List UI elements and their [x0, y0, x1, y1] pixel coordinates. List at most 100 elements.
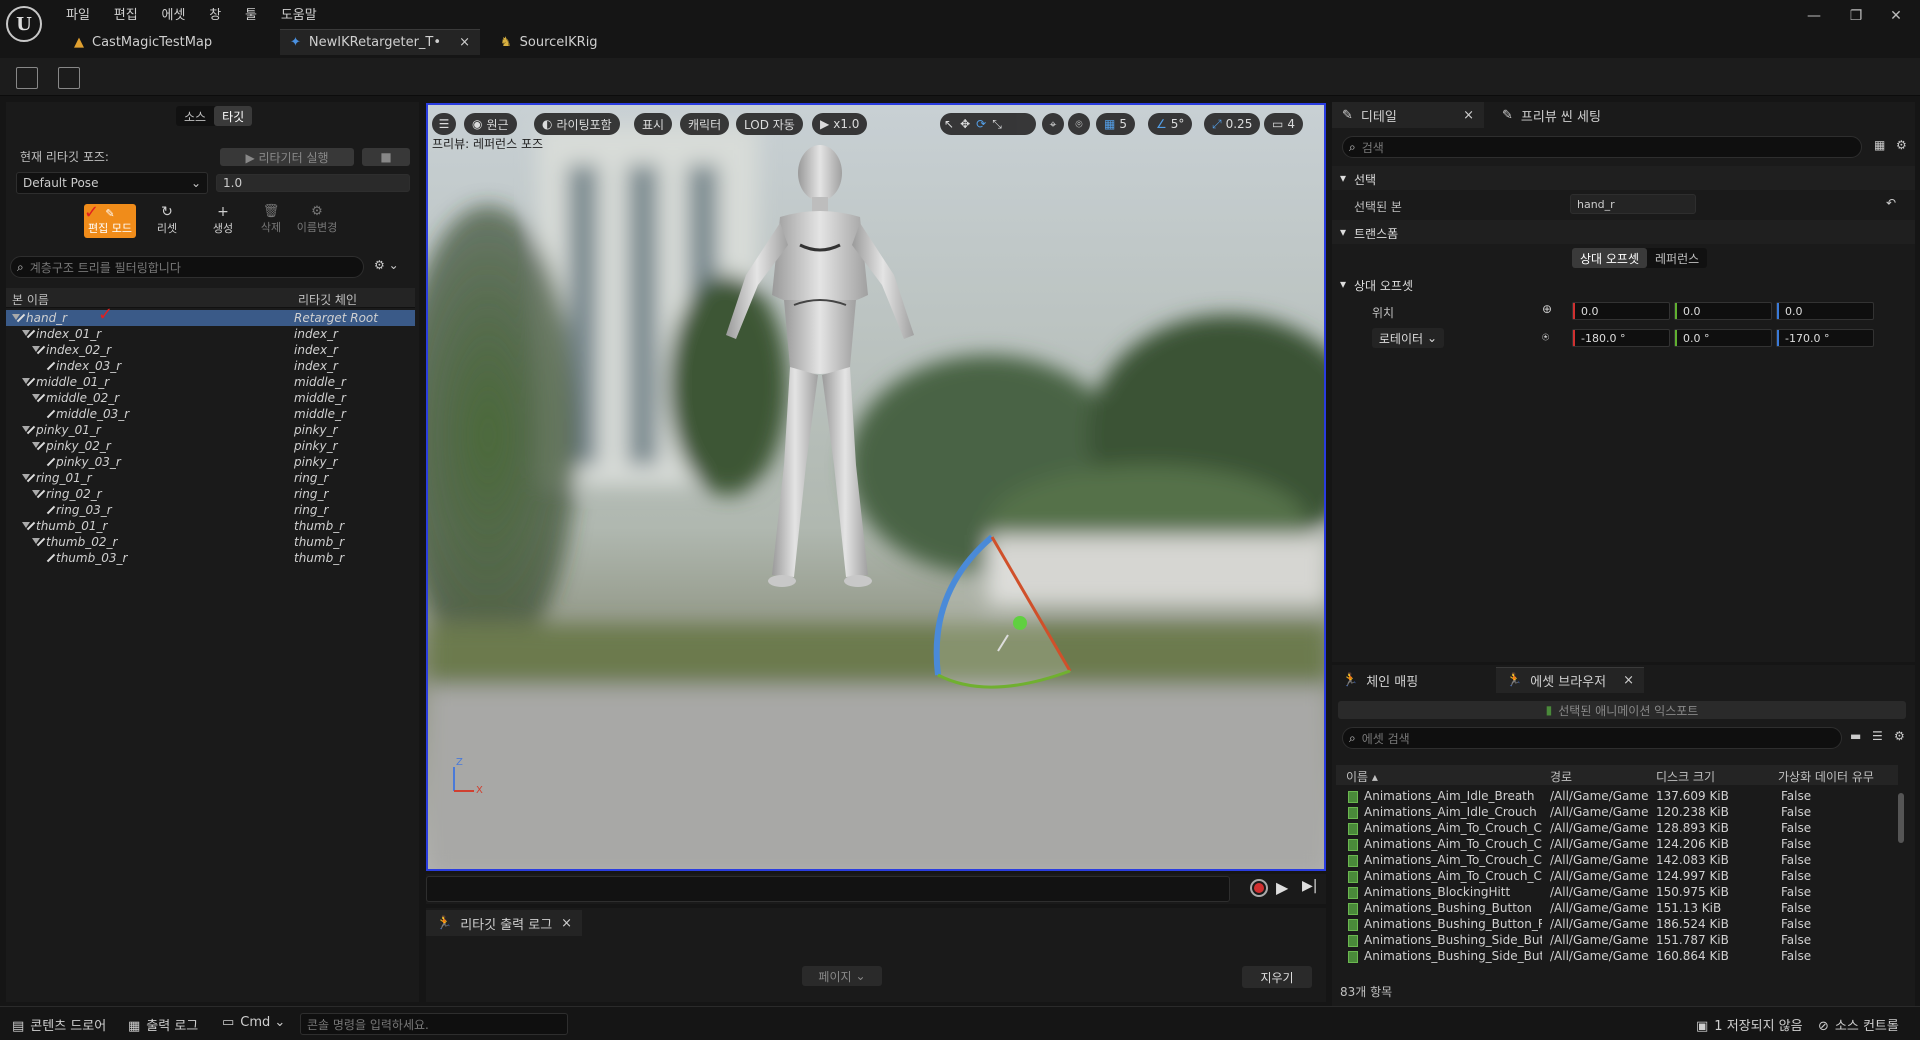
timeline-scrubber[interactable] [426, 876, 1230, 902]
viewport-menu-icon[interactable]: ☰ [432, 113, 456, 135]
tab-map[interactable]: ▲ CastMagicTestMap [64, 29, 274, 55]
asset-row[interactable]: Animations_Bushing_Button/All/Game/Game 1… [1336, 901, 1898, 917]
asset-row[interactable]: Animations_Bushing_Side_Butt/All/Game/Ga… [1336, 949, 1898, 965]
bone-row[interactable]: pinky_01_r pinky_r [6, 422, 415, 438]
col-bone-name[interactable]: 본 이름 [12, 291, 49, 308]
restore-icon[interactable]: ❐ [1842, 8, 1870, 24]
section-relative-offset[interactable]: ▾ 상대 오프셋 [1332, 272, 1915, 296]
bone-row[interactable]: pinky_02_r pinky_r [6, 438, 415, 454]
bone-row[interactable]: index_02_r index_r [6, 342, 415, 358]
asset-scrollbar[interactable] [1898, 793, 1904, 843]
bone-row[interactable]: index_01_r index_r [6, 326, 415, 342]
section-select[interactable]: ▾ 선택 [1332, 166, 1915, 190]
close-icon[interactable]: × [1623, 673, 1634, 688]
asset-row[interactable]: Animations_Bushing_Side_Butt/All/Game/Ga… [1336, 933, 1898, 949]
tab-retargeter[interactable]: ✦ NewIKRetargeter_T• × [280, 29, 480, 55]
tab-details[interactable]: ✎ 디테일 × [1332, 102, 1484, 128]
world-local-icon[interactable]: ⌖ [1042, 113, 1064, 135]
rotation-icon[interactable]: ⍟ [1542, 330, 1549, 345]
asset-row[interactable]: Animations_Aim_To_Crouch_Cc/All/Game/Gam… [1336, 853, 1898, 869]
bone-row[interactable]: thumb_03_r thumb_r [6, 550, 415, 566]
minimize-icon[interactable]: — [1800, 8, 1828, 24]
page-button[interactable]: 페이지 ⌄ [802, 966, 882, 986]
rotator-z-input[interactable]: -170.0 ° [1776, 329, 1874, 347]
rotator-dropdown[interactable]: 로테이터 ⌄ [1372, 328, 1444, 348]
rotate-icon[interactable]: ⟳ [976, 117, 986, 131]
col-path[interactable]: 경로 [1550, 768, 1572, 785]
pose-scale-input[interactable]: 1.0 [216, 174, 410, 192]
close-icon[interactable]: × [1463, 108, 1474, 123]
tab-retarget-log[interactable]: 🏃 리타깃 출력 로그 × [426, 910, 582, 936]
scale-snap-button[interactable]: ⤢ 0.25 [1204, 113, 1261, 135]
bone-row[interactable]: thumb_02_r thumb_r [6, 534, 415, 550]
close-window-icon[interactable]: ✕ [1882, 8, 1910, 24]
section-transform[interactable]: ▾ 트랜스폼 [1332, 220, 1915, 244]
pose-dropdown[interactable]: Default Pose ⌄ [16, 172, 208, 194]
preview-viewport[interactable]: Z X 프리뷰: 레퍼런스 포즈 ☰ ◉ 원근 ◐ 라이팅포함 표시 캐릭터 LOD… [426, 103, 1326, 871]
export-animations-button[interactable]: ▮ 선택된 애니메이션 익스포트 [1338, 701, 1906, 719]
cmd-dropdown[interactable]: ▭ Cmd ⌄ [222, 1015, 285, 1030]
bone-row[interactable]: middle_01_r middle_r [6, 374, 415, 390]
close-icon[interactable]: × [459, 35, 470, 50]
select-icon[interactable]: ↖ [944, 117, 954, 131]
browse-icon[interactable] [58, 67, 80, 89]
console-input[interactable]: 콘솔 명령을 입력하세요. [300, 1013, 568, 1035]
camera-speed-button[interactable]: ▭ 4 [1264, 113, 1303, 135]
details-search-input[interactable]: ⌕ 검색 [1342, 136, 1862, 158]
run-retargeter-button[interactable]: ▶ 리타기터 실행 [220, 148, 354, 166]
source-control-button[interactable]: ⊘ 소스 컨트롤 [1818, 1015, 1899, 1034]
bone-row[interactable]: index_03_r index_r [6, 358, 415, 374]
angle-snap-button[interactable]: ∠ 5° [1148, 113, 1193, 135]
settings-icon[interactable]: ⚙ ⌄ [374, 258, 399, 272]
asset-row[interactable]: Animations_Aim_Idle_Crouch/All/Game/Game… [1336, 805, 1898, 821]
unreal-logo[interactable]: U [6, 6, 42, 42]
character-button[interactable]: 캐릭터 [680, 113, 730, 135]
settings-icon[interactable]: ⚙ [1894, 729, 1905, 743]
tab-source[interactable]: 소스 [176, 106, 214, 126]
table-view-icon[interactable]: ▦ [1874, 138, 1885, 152]
menu-asset[interactable]: 에셋 [162, 8, 186, 23]
location-y-input[interactable]: 0.0 [1674, 302, 1772, 320]
reference-tab[interactable]: 레퍼런스 [1647, 248, 1707, 268]
create-button[interactable]: + 생성 [200, 204, 246, 238]
record-button[interactable] [1250, 879, 1268, 897]
asset-row[interactable]: Animations_Aim_Idle_Breath/All/Game/Game… [1336, 789, 1898, 805]
menu-help[interactable]: 도움말 [281, 8, 317, 23]
move-icon[interactable]: ✥ [960, 117, 970, 131]
scale-icon[interactable]: ⤡ [992, 117, 1002, 132]
asset-row[interactable]: Animations_Aim_To_Crouch_Cc/All/Game/Gam… [1336, 821, 1898, 837]
rotator-x-input[interactable]: -180.0 ° [1572, 329, 1670, 347]
tab-preview-scene[interactable]: ✎ 프리뷰 씬 세팅 [1492, 102, 1642, 128]
tab-chain-mapping[interactable]: 🏃 체인 매핑 [1332, 667, 1492, 693]
col-name[interactable]: 이름 ▴ [1346, 768, 1378, 785]
hierarchy-filter-input[interactable]: ⌕ 계층구조 트리를 필터링합니다 [10, 256, 364, 278]
menu-tools[interactable]: 툴 [245, 8, 257, 23]
delete-button[interactable]: 🗑 삭제 [256, 204, 286, 238]
show-button[interactable]: 표시 [634, 113, 673, 135]
perspective-button[interactable]: ◉ 원근 [464, 113, 517, 135]
clear-button[interactable]: 지우기 [1242, 966, 1312, 988]
filter-icon[interactable]: ☰ [1872, 729, 1883, 743]
menu-window[interactable]: 창 [209, 8, 221, 23]
bone-row[interactable]: thumb_01_r thumb_r [6, 518, 415, 534]
close-icon[interactable]: × [561, 916, 572, 931]
tab-target[interactable]: 타깃 [214, 106, 253, 126]
tab-ikrig[interactable]: ♞ SourceIKRig [490, 29, 690, 55]
stop-button[interactable]: ■ [362, 148, 410, 166]
surface-snap-icon[interactable]: ⌾ [1068, 113, 1090, 135]
folder-icon[interactable]: ▬ [1850, 729, 1861, 743]
asset-row[interactable]: Animations_Bushing_Button_Ri/All/Game/Ga… [1336, 917, 1898, 933]
asset-search-input[interactable]: ⌕ 에셋 검색 [1342, 727, 1842, 749]
col-retarget-chain[interactable]: 리타깃 체인 [298, 291, 357, 308]
grid-snap-button[interactable]: ▦ 5 [1096, 113, 1135, 135]
col-virtualized[interactable]: 가상화 데이터 유무 [1778, 768, 1874, 785]
bone-row[interactable]: pinky_03_r pinky_r [6, 454, 415, 470]
menu-file[interactable]: 파일 [66, 8, 90, 23]
rotator-y-input[interactable]: 0.0 ° [1674, 329, 1772, 347]
location-z-input[interactable]: 0.0 [1776, 302, 1874, 320]
bone-row[interactable]: ring_03_r ring_r [6, 502, 415, 518]
play-button[interactable]: ▶ [1276, 878, 1288, 897]
globe-icon[interactable]: ⊕ [1542, 302, 1552, 316]
reset-button[interactable]: ↻ 리셋 [146, 204, 188, 238]
playback-speed-button[interactable]: ▶ x1.0 [812, 113, 868, 135]
